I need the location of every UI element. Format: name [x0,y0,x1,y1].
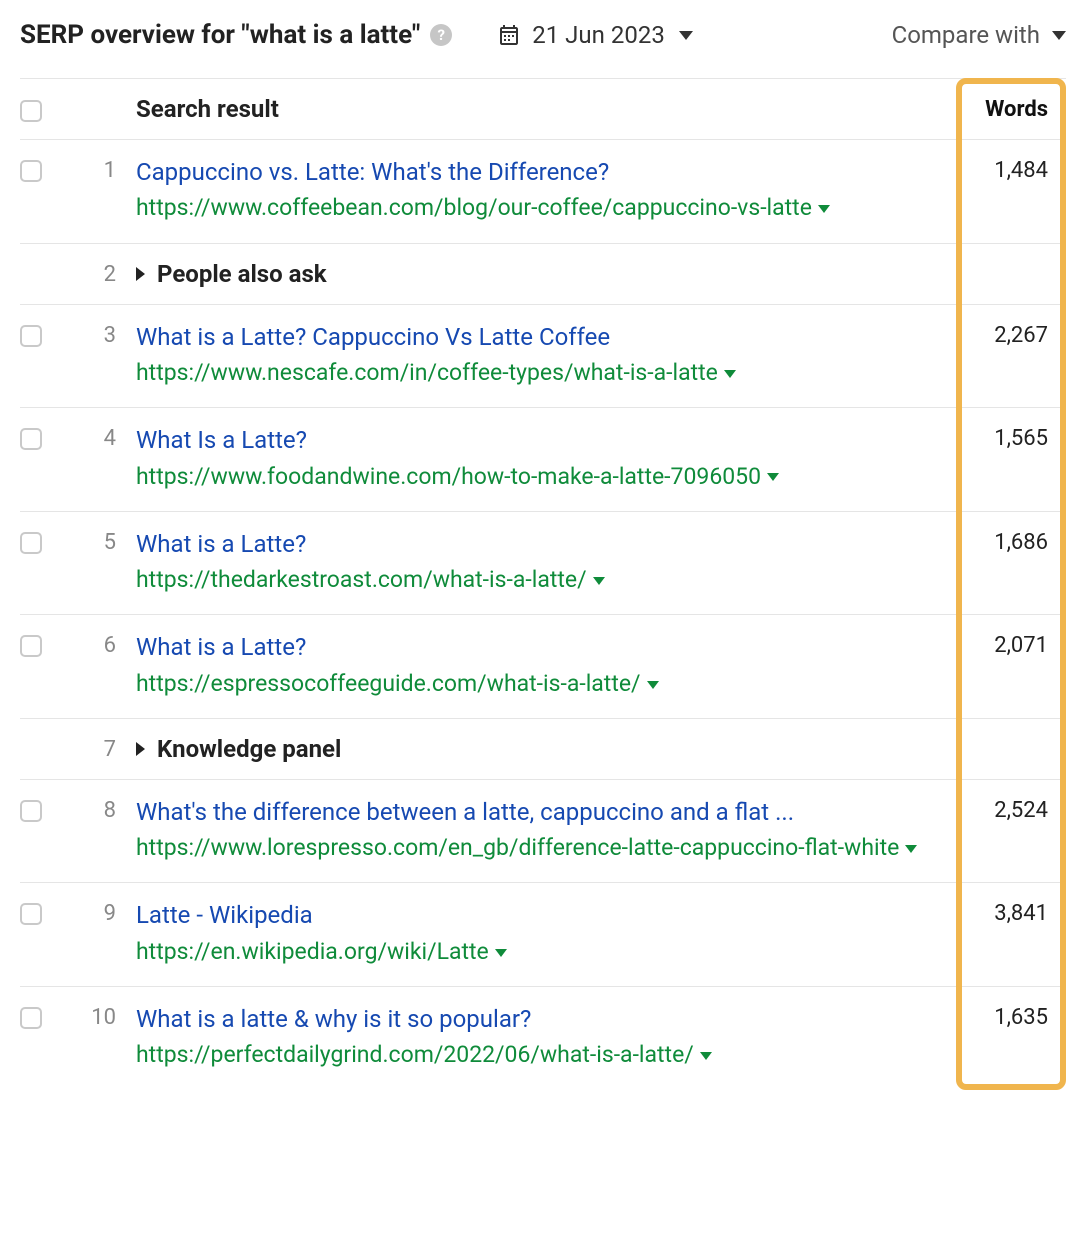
url-menu-icon[interactable] [724,370,736,378]
chevron-down-icon [1052,31,1066,40]
row-checkbox[interactable] [20,800,42,822]
rank-cell: 8 [76,796,136,865]
help-icon[interactable]: ? [430,24,452,46]
table-header: Search result Words [20,78,1066,140]
result-title-link[interactable]: Cappuccino vs. Latte: What's the Differe… [136,156,956,188]
table-row: 3 What is a Latte? Cappuccino Vs Latte C… [20,305,1066,409]
words-cell: 3,841 [956,899,1066,968]
column-words[interactable]: Words [956,97,1066,122]
date-label: 21 Jun 2023 [532,21,665,49]
rank-cell: 4 [76,424,136,493]
expand-icon[interactable] [136,267,145,281]
words-cell: 1,565 [956,424,1066,493]
result-url[interactable]: https://www.coffeebean.com/blog/our-coff… [136,192,956,224]
serp-feature-label[interactable]: Knowledge panel [157,735,341,763]
rank-cell: 6 [76,631,136,700]
url-menu-icon[interactable] [905,845,917,853]
page-title: SERP overview for "what is a latte" [20,20,420,50]
words-cell: 1,686 [956,528,1066,597]
result-url[interactable]: https://espressocoffeeguide.com/what-is-… [136,668,956,700]
calendar-icon [496,23,522,47]
result-title-link[interactable]: What is a Latte? [136,631,956,663]
rank-cell: 10 [76,1003,136,1072]
result-url[interactable]: https://perfectdailygrind.com/2022/06/wh… [136,1039,956,1071]
result-url[interactable]: https://thedarkestroast.com/what-is-a-la… [136,564,956,596]
compare-label: Compare with [892,21,1040,49]
table-row: 5 What is a Latte? https://thedarkestroa… [20,512,1066,616]
row-checkbox[interactable] [20,325,42,347]
chevron-down-icon [679,31,693,40]
words-cell: 1,635 [956,1003,1066,1072]
table-row: 9 Latte - Wikipedia https://en.wikipedia… [20,883,1066,987]
rank-cell: 7 [76,735,136,762]
row-checkbox[interactable] [20,903,42,925]
url-menu-icon[interactable] [767,473,779,481]
result-title-link[interactable]: What Is a Latte? [136,424,956,456]
url-menu-icon[interactable] [593,577,605,585]
rank-cell: 3 [76,321,136,390]
rank-cell: 2 [76,260,136,287]
rank-cell: 5 [76,528,136,597]
result-url[interactable]: https://en.wikipedia.org/wiki/Latte [136,936,956,968]
row-checkbox[interactable] [20,635,42,657]
words-cell: 1,484 [956,156,1066,225]
table-row: 2 People also ask [20,244,1066,305]
result-url[interactable]: https://www.lorespresso.com/en_gb/differ… [136,832,956,864]
row-checkbox[interactable] [20,160,42,182]
column-search-result[interactable]: Search result [136,95,956,123]
row-checkbox[interactable] [20,1007,42,1029]
select-all-checkbox[interactable] [20,100,42,122]
compare-with-button[interactable]: Compare with [892,21,1066,49]
date-picker[interactable]: 21 Jun 2023 [496,21,693,49]
url-menu-icon[interactable] [818,205,830,213]
serp-feature-label[interactable]: People also ask [157,260,327,288]
row-checkbox[interactable] [20,428,42,450]
serp-table: Search result Words 1 Cappuccino vs. Lat… [20,78,1066,1090]
rank-cell: 9 [76,899,136,968]
words-cell: 2,267 [956,321,1066,390]
words-cell: 2,071 [956,631,1066,700]
result-title-link[interactable]: What is a Latte? [136,528,956,560]
table-row: 8 What's the difference between a latte,… [20,780,1066,884]
url-menu-icon[interactable] [647,681,659,689]
table-row: 4 What Is a Latte? https://www.foodandwi… [20,408,1066,512]
table-row: 7 Knowledge panel [20,719,1066,780]
url-menu-icon[interactable] [495,949,507,957]
rank-cell: 1 [76,156,136,225]
result-title-link[interactable]: What is a latte & why is it so popular? [136,1003,956,1035]
table-row: 1 Cappuccino vs. Latte: What's the Diffe… [20,140,1066,244]
result-title-link[interactable]: Latte - Wikipedia [136,899,956,931]
expand-icon[interactable] [136,742,145,756]
result-title-link[interactable]: What's the difference between a latte, c… [136,796,956,828]
url-menu-icon[interactable] [700,1052,712,1060]
result-title-link[interactable]: What is a Latte? Cappuccino Vs Latte Cof… [136,321,956,353]
table-row: 6 What is a Latte? https://espressocoffe… [20,615,1066,719]
row-checkbox[interactable] [20,532,42,554]
table-row: 10 What is a latte & why is it so popula… [20,987,1066,1090]
result-url[interactable]: https://www.nescafe.com/in/coffee-types/… [136,357,956,389]
result-url[interactable]: https://www.foodandwine.com/how-to-make-… [136,461,956,493]
words-cell: 2,524 [956,796,1066,865]
